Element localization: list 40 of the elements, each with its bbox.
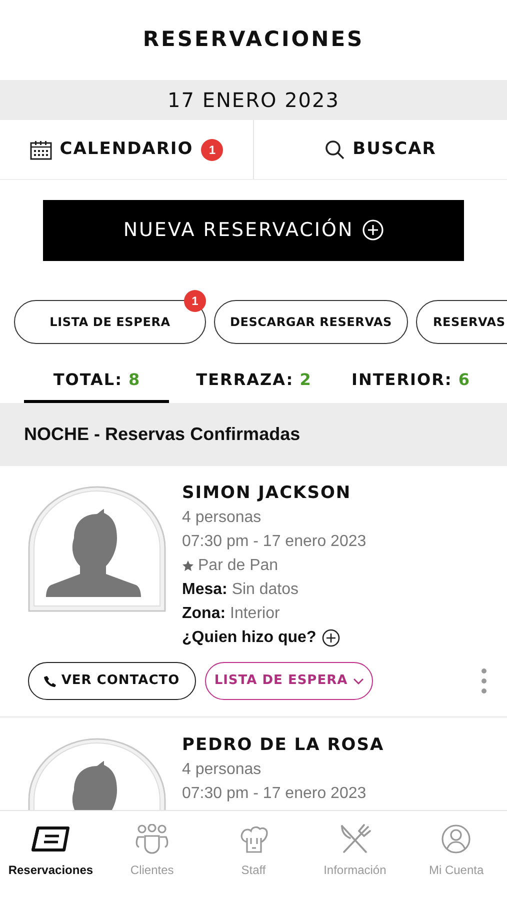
party-size: 4 personas: [182, 508, 262, 528]
phone-icon: [44, 674, 58, 688]
search-button[interactable]: BUSCAR: [254, 120, 507, 179]
page-title: RESERVACIONES: [142, 26, 364, 54]
section-title: NOCHE - Reservas Confirmadas: [24, 423, 300, 446]
reservation-card-icon: [30, 826, 72, 852]
guest-name: SIMON JACKSON: [182, 482, 352, 505]
restaurant-label: Par de Pan: [198, 556, 278, 576]
more-options-icon[interactable]: [481, 668, 487, 694]
plus-circle-icon: [362, 219, 384, 241]
action-label: CALENDARIO: [60, 138, 194, 161]
notification-badge: 1: [184, 290, 206, 312]
nav-tab[interactable]: Reservaciones: [0, 811, 102, 900]
notification-badge: 1: [201, 138, 224, 160]
calendar-icon: [30, 140, 52, 160]
zone-tab[interactable]: INTERIOR: 6: [338, 360, 483, 403]
zone-info: Zona: Interior: [182, 604, 281, 624]
filter-chip[interactable]: RESERVAS: [416, 300, 507, 344]
user-circle-icon: [441, 824, 472, 854]
calendar-button[interactable]: CALENDARIO 1: [0, 120, 254, 179]
history-link[interactable]: ¿Quien hizo que?: [182, 626, 316, 650]
chevron-down-icon: [352, 678, 364, 684]
filter-chip[interactable]: DESCARGAR RESERVAS: [214, 300, 408, 344]
plus-circle-icon[interactable]: [322, 629, 340, 647]
reservation-time: 07:30 pm - 17 enero 2023: [182, 784, 368, 804]
new-reservation-button[interactable]: NUEVA RESERVACIÓN: [43, 200, 464, 260]
status-dropdown[interactable]: LISTA DE ESPERA: [205, 662, 373, 700]
contact-button[interactable]: VER CONTACTO: [28, 662, 196, 700]
search-icon: [324, 140, 345, 160]
party-size: 4 personas: [182, 760, 262, 780]
action-label: BUSCAR: [352, 138, 436, 161]
chef-hat-icon: [238, 824, 269, 854]
group-icon: [135, 824, 170, 854]
table-info: Mesa: Sin datos: [182, 580, 300, 600]
reservation-time: 07:30 pm - 17 enero 2023: [182, 532, 366, 552]
zone-tab[interactable]: TERRAZA: 2: [181, 360, 326, 403]
guest-name: PEDRO DE LA ROSA: [182, 734, 384, 757]
fork-knife-icon: [338, 824, 371, 854]
star-icon: [182, 560, 194, 572]
date-label: 17 ENERO 2023: [168, 87, 340, 114]
